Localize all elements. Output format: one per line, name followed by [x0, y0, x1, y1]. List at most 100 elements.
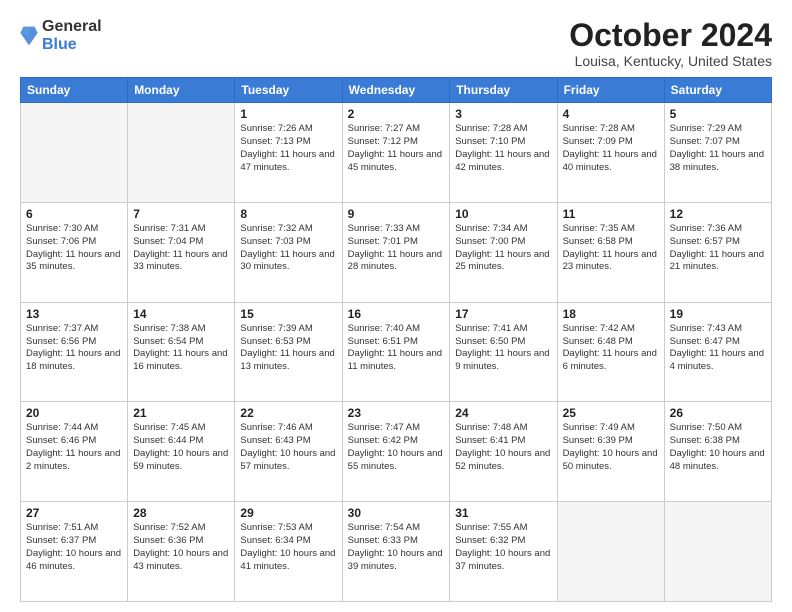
- calendar-week-row: 13 Sunrise: 7:37 AM Sunset: 6:56 PM Dayli…: [21, 302, 772, 402]
- day-info: Sunrise: 7:27 AM Sunset: 7:12 PM Dayligh…: [348, 123, 445, 174]
- calendar-cell: 4 Sunrise: 7:28 AM Sunset: 7:09 PM Daylig…: [557, 103, 664, 203]
- day-number: 15: [240, 307, 336, 321]
- day-info: Sunrise: 7:51 AM Sunset: 6:37 PM Dayligh…: [26, 522, 122, 573]
- col-header-friday: Friday: [557, 78, 664, 103]
- calendar-cell: 1 Sunrise: 7:26 AM Sunset: 7:13 PM Daylig…: [235, 103, 342, 203]
- calendar-header-row: SundayMondayTuesdayWednesdayThursdayFrid…: [21, 78, 772, 103]
- day-number: 3: [455, 107, 551, 121]
- calendar-cell: 11 Sunrise: 7:35 AM Sunset: 6:58 PM Dayli…: [557, 202, 664, 302]
- calendar-cell: 3 Sunrise: 7:28 AM Sunset: 7:10 PM Daylig…: [450, 103, 557, 203]
- day-info: Sunrise: 7:40 AM Sunset: 6:51 PM Dayligh…: [348, 323, 445, 374]
- day-number: 9: [348, 207, 445, 221]
- calendar-cell: [664, 502, 771, 602]
- calendar-cell: 15 Sunrise: 7:39 AM Sunset: 6:53 PM Dayli…: [235, 302, 342, 402]
- calendar-cell: [557, 502, 664, 602]
- calendar-cell: 24 Sunrise: 7:48 AM Sunset: 6:41 PM Dayli…: [450, 402, 557, 502]
- day-number: 20: [26, 406, 122, 420]
- calendar-cell: 7Sunrise: 7:31 AM Sunset: 7:04 PM Daylig…: [128, 202, 235, 302]
- day-info: Sunrise: 7:55 AM Sunset: 6:32 PM Dayligh…: [455, 522, 551, 573]
- col-header-saturday: Saturday: [664, 78, 771, 103]
- day-number: 5: [670, 107, 766, 121]
- day-number: 25: [563, 406, 659, 420]
- calendar-cell: 16 Sunrise: 7:40 AM Sunset: 6:51 PM Dayli…: [342, 302, 450, 402]
- day-info: Sunrise: 7:44 AM Sunset: 6:46 PM Dayligh…: [26, 422, 122, 473]
- logo-general: General: [42, 18, 102, 36]
- calendar-cell: 12 Sunrise: 7:36 AM Sunset: 6:57 PM Dayli…: [664, 202, 771, 302]
- col-header-sunday: Sunday: [21, 78, 128, 103]
- calendar-cell: 8Sunrise: 7:32 AM Sunset: 7:03 PM Daylig…: [235, 202, 342, 302]
- day-number: 10: [455, 207, 551, 221]
- day-number: 23: [348, 406, 445, 420]
- day-number: 28: [133, 506, 229, 520]
- day-number: 11: [563, 207, 659, 221]
- calendar-cell: 18Sunrise: 7:42 AM Sunset: 6:48 PM Dayli…: [557, 302, 664, 402]
- calendar-cell: 27 Sunrise: 7:51 AM Sunset: 6:37 PM Dayli…: [21, 502, 128, 602]
- day-info: Sunrise: 7:28 AM Sunset: 7:10 PM Dayligh…: [455, 123, 551, 174]
- day-info: Sunrise: 7:39 AM Sunset: 6:53 PM Dayligh…: [240, 323, 336, 374]
- day-number: 22: [240, 406, 336, 420]
- col-header-tuesday: Tuesday: [235, 78, 342, 103]
- calendar-cell: 30 Sunrise: 7:54 AM Sunset: 6:33 PM Dayli…: [342, 502, 450, 602]
- calendar-cell: 22 Sunrise: 7:46 AM Sunset: 6:43 PM Dayli…: [235, 402, 342, 502]
- day-number: 4: [563, 107, 659, 121]
- day-info: Sunrise: 7:33 AM Sunset: 7:01 PM Dayligh…: [348, 223, 445, 274]
- day-info: Sunrise: 7:42 AM Sunset: 6:48 PM Dayligh…: [563, 323, 659, 374]
- day-info: Sunrise: 7:54 AM Sunset: 6:33 PM Dayligh…: [348, 522, 445, 573]
- month-title: October 2024: [569, 18, 772, 53]
- day-info: Sunrise: 7:41 AM Sunset: 6:50 PM Dayligh…: [455, 323, 551, 374]
- day-info: Sunrise: 7:45 AM Sunset: 6:44 PM Dayligh…: [133, 422, 229, 473]
- day-info: Sunrise: 7:50 AM Sunset: 6:38 PM Dayligh…: [670, 422, 766, 473]
- calendar-cell: 23Sunrise: 7:47 AM Sunset: 6:42 PM Dayli…: [342, 402, 450, 502]
- day-info: Sunrise: 7:35 AM Sunset: 6:58 PM Dayligh…: [563, 223, 659, 274]
- calendar-week-row: 6 Sunrise: 7:30 AM Sunset: 7:06 PM Daylig…: [21, 202, 772, 302]
- calendar-cell: 2 Sunrise: 7:27 AM Sunset: 7:12 PM Daylig…: [342, 103, 450, 203]
- logo: General Blue: [20, 18, 102, 53]
- day-number: 19: [670, 307, 766, 321]
- day-info: Sunrise: 7:28 AM Sunset: 7:09 PM Dayligh…: [563, 123, 659, 174]
- logo-blue: Blue: [42, 36, 102, 54]
- col-header-monday: Monday: [128, 78, 235, 103]
- day-number: 6: [26, 207, 122, 221]
- day-number: 30: [348, 506, 445, 520]
- day-info: Sunrise: 7:53 AM Sunset: 6:34 PM Dayligh…: [240, 522, 336, 573]
- day-number: 31: [455, 506, 551, 520]
- day-info: Sunrise: 7:46 AM Sunset: 6:43 PM Dayligh…: [240, 422, 336, 473]
- calendar-cell: 28Sunrise: 7:52 AM Sunset: 6:36 PM Dayli…: [128, 502, 235, 602]
- logo-text: General Blue: [42, 18, 102, 53]
- calendar-cell: [21, 103, 128, 203]
- day-info: Sunrise: 7:30 AM Sunset: 7:06 PM Dayligh…: [26, 223, 122, 274]
- day-number: 2: [348, 107, 445, 121]
- calendar-week-row: 20 Sunrise: 7:44 AM Sunset: 6:46 PM Dayli…: [21, 402, 772, 502]
- day-info: Sunrise: 7:49 AM Sunset: 6:39 PM Dayligh…: [563, 422, 659, 473]
- day-number: 24: [455, 406, 551, 420]
- calendar-cell: [128, 103, 235, 203]
- calendar-cell: 29 Sunrise: 7:53 AM Sunset: 6:34 PM Dayli…: [235, 502, 342, 602]
- day-info: Sunrise: 7:34 AM Sunset: 7:00 PM Dayligh…: [455, 223, 551, 274]
- day-info: Sunrise: 7:37 AM Sunset: 6:56 PM Dayligh…: [26, 323, 122, 374]
- day-number: 21: [133, 406, 229, 420]
- day-number: 17: [455, 307, 551, 321]
- calendar-cell: 20 Sunrise: 7:44 AM Sunset: 6:46 PM Dayli…: [21, 402, 128, 502]
- location: Louisa, Kentucky, United States: [569, 53, 772, 69]
- page: General Blue October 2024 Louisa, Kentuc…: [0, 0, 792, 612]
- day-number: 26: [670, 406, 766, 420]
- calendar-cell: 10 Sunrise: 7:34 AM Sunset: 7:00 PM Dayli…: [450, 202, 557, 302]
- calendar-cell: 13 Sunrise: 7:37 AM Sunset: 6:56 PM Dayli…: [21, 302, 128, 402]
- calendar-cell: 25 Sunrise: 7:49 AM Sunset: 6:39 PM Dayli…: [557, 402, 664, 502]
- header: General Blue October 2024 Louisa, Kentuc…: [20, 18, 772, 69]
- day-number: 7: [133, 207, 229, 221]
- day-number: 12: [670, 207, 766, 221]
- calendar-cell: 5 Sunrise: 7:29 AM Sunset: 7:07 PM Daylig…: [664, 103, 771, 203]
- calendar-cell: 17 Sunrise: 7:41 AM Sunset: 6:50 PM Dayli…: [450, 302, 557, 402]
- day-number: 27: [26, 506, 122, 520]
- day-number: 16: [348, 307, 445, 321]
- day-info: Sunrise: 7:48 AM Sunset: 6:41 PM Dayligh…: [455, 422, 551, 473]
- day-number: 13: [26, 307, 122, 321]
- day-info: Sunrise: 7:26 AM Sunset: 7:13 PM Dayligh…: [240, 123, 336, 174]
- day-info: Sunrise: 7:36 AM Sunset: 6:57 PM Dayligh…: [670, 223, 766, 274]
- calendar-cell: 9 Sunrise: 7:33 AM Sunset: 7:01 PM Daylig…: [342, 202, 450, 302]
- day-number: 14: [133, 307, 229, 321]
- day-number: 29: [240, 506, 336, 520]
- day-number: 1: [240, 107, 336, 121]
- day-info: Sunrise: 7:29 AM Sunset: 7:07 PM Dayligh…: [670, 123, 766, 174]
